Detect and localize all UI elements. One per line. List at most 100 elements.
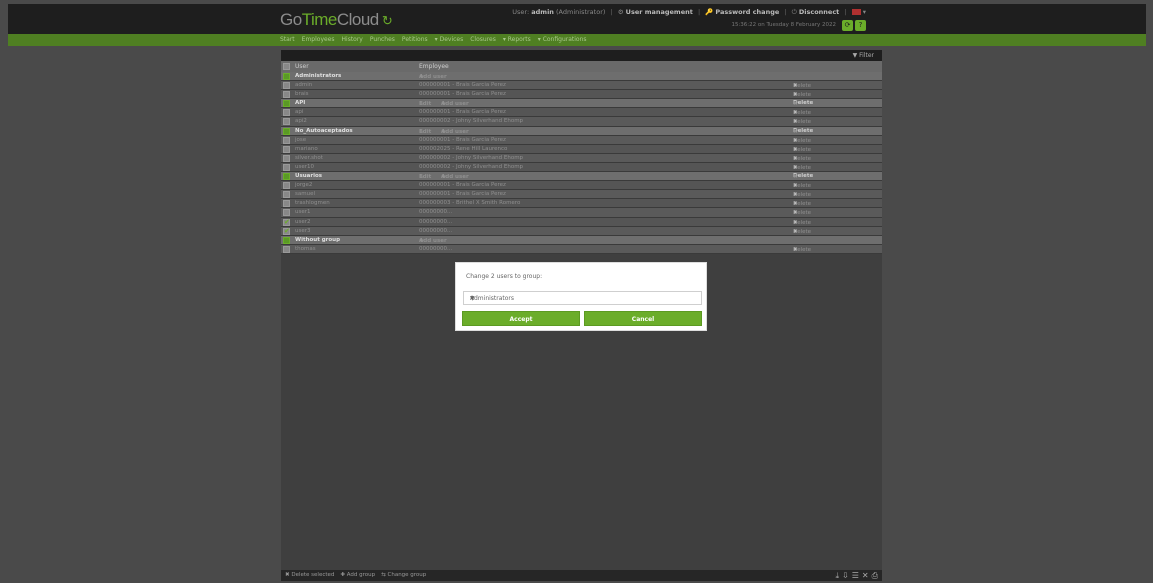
filter-button[interactable]: ▼ Filter bbox=[853, 52, 874, 59]
table-row: silver.shot 000000002 - Johny Silverhand … bbox=[281, 153, 882, 163]
row-checkbox[interactable] bbox=[283, 109, 290, 117]
print-icon[interactable]: ⎙ bbox=[872, 571, 878, 581]
add-group-button[interactable]: ✚ Add group bbox=[340, 572, 375, 578]
row-checkbox[interactable] bbox=[283, 136, 290, 144]
delete-selected-button[interactable]: ✖ Delete selected bbox=[285, 572, 334, 578]
top-header: GoTimeCloud ↻ User: admin (Administrator… bbox=[8, 4, 1146, 34]
user-name[interactable]: jose bbox=[295, 137, 306, 143]
user-name[interactable]: user3 bbox=[295, 228, 311, 234]
row-checkbox[interactable] bbox=[283, 227, 290, 235]
table-row: jorge2 000000001 - Brais Garcia Perez ✖ De… bbox=[281, 181, 882, 191]
power-icon: ⏻ bbox=[791, 8, 797, 16]
employee-name: 000000001 - Brais Garcia Perez bbox=[419, 82, 506, 89]
user-name[interactable]: thomas bbox=[295, 246, 316, 252]
row-checkbox[interactable] bbox=[283, 82, 290, 90]
delete-group-button[interactable]: ✖ Delete bbox=[793, 128, 813, 135]
nav-item[interactable]: ▾ Devices bbox=[435, 36, 464, 43]
user-name[interactable]: silver.shot bbox=[295, 155, 323, 161]
row-checkbox[interactable] bbox=[283, 154, 290, 162]
close-icon: ✖ bbox=[793, 101, 798, 108]
list-icon[interactable]: ☰ bbox=[852, 571, 859, 581]
row-checkbox[interactable] bbox=[283, 91, 290, 99]
chevron-down-icon[interactable]: ▾ bbox=[863, 8, 866, 16]
dialog-title: Change 2 users to group: bbox=[466, 273, 543, 280]
row-checkbox[interactable] bbox=[283, 245, 290, 253]
help-button[interactable]: ? bbox=[855, 20, 866, 31]
language-flag-icon[interactable] bbox=[851, 9, 861, 15]
group-collapse-toggle[interactable] bbox=[283, 236, 290, 244]
nav-item[interactable]: Closures bbox=[470, 36, 496, 43]
col-user-header[interactable]: User bbox=[295, 63, 309, 70]
group-icon: ⇆ bbox=[381, 572, 386, 578]
table-row: user10 000000002 - Johny Silverhand Ehomp… bbox=[281, 162, 882, 173]
table-row: admin 000000001 - Brais Garcia Perez ✖ Del… bbox=[281, 81, 882, 91]
gotimecloud-logo: GoTimeCloud ↻ bbox=[280, 10, 393, 29]
group-select[interactable]: Administrators ▼ bbox=[463, 291, 702, 305]
nav-item[interactable]: History bbox=[342, 36, 363, 43]
row-checkbox[interactable] bbox=[283, 209, 290, 217]
row-checkbox[interactable] bbox=[283, 145, 290, 153]
table-row: user1 00000000... ✖ Delete bbox=[281, 208, 882, 218]
user-name[interactable]: user1 bbox=[295, 209, 311, 215]
nav-item[interactable]: ▾ Configurations bbox=[538, 36, 587, 43]
row-checkbox[interactable] bbox=[283, 191, 290, 199]
table-row: jose 000000001 - Brais Garcia Perez ✖ Dele… bbox=[281, 135, 882, 145]
user-name[interactable]: admin bbox=[295, 82, 312, 88]
table-row: brais 000000001 - Brais Garcia Perez ✖ Del… bbox=[281, 90, 882, 100]
group-collapse-toggle[interactable] bbox=[283, 100, 290, 108]
refresh-button[interactable]: ⟳ bbox=[842, 20, 853, 31]
employee-name: 000000002 - Johny Silverhand Ehomp bbox=[419, 154, 524, 161]
group-collapse-toggle[interactable] bbox=[283, 73, 290, 80]
group-collapse-toggle[interactable] bbox=[283, 173, 290, 181]
group-row: No_Autoaceptados ✎ Edit ✚ Add user ✖ Delete bbox=[281, 126, 882, 136]
change-group-button[interactable]: ⇆ Change group bbox=[381, 572, 426, 578]
employee-name: 00000000... bbox=[419, 209, 453, 216]
group-collapse-toggle[interactable] bbox=[283, 127, 290, 135]
user-name[interactable]: user2 bbox=[295, 219, 311, 225]
nav-item[interactable]: Punches bbox=[370, 36, 395, 43]
table-row: user200000000...✖ Delete bbox=[281, 217, 882, 227]
download-icon[interactable]: ⇩ bbox=[842, 571, 849, 581]
col-employee-header[interactable]: Employee bbox=[419, 63, 449, 70]
user-name[interactable]: trashlogmen bbox=[295, 200, 330, 206]
user-name[interactable]: jorge2 bbox=[295, 182, 312, 188]
row-checkbox[interactable] bbox=[283, 200, 290, 208]
user-name[interactable]: samuel bbox=[295, 191, 315, 197]
filter-bar: ▼ Filter bbox=[281, 50, 882, 61]
nav-item[interactable]: Employees bbox=[302, 36, 335, 43]
accept-button[interactable]: Accept bbox=[462, 311, 580, 326]
export-pdf-icon[interactable]: ⤓ bbox=[835, 571, 839, 581]
nav-item[interactable]: ▾ Reports bbox=[503, 36, 531, 43]
current-datetime: 15:36:22 on Tuesday 8 February 2022 bbox=[731, 22, 836, 28]
plus-icon: ✚ bbox=[340, 572, 346, 578]
user-name[interactable]: api bbox=[295, 109, 303, 115]
table-header: User Employee bbox=[281, 61, 882, 72]
user-name[interactable]: api2 bbox=[295, 118, 307, 124]
row-checkbox[interactable] bbox=[283, 182, 290, 190]
user-management-link[interactable]: User management bbox=[626, 8, 693, 16]
delete-group-button[interactable]: ✖ Delete bbox=[793, 173, 813, 181]
user-name[interactable]: mariano bbox=[295, 146, 318, 152]
user-management-icon: ⚙ bbox=[617, 8, 624, 16]
user-name[interactable]: brais bbox=[295, 91, 309, 97]
row-checkbox[interactable] bbox=[283, 163, 290, 171]
user-name[interactable]: user10 bbox=[295, 164, 314, 170]
select-all-checkbox[interactable] bbox=[283, 63, 290, 70]
close-icon: ✖ bbox=[793, 174, 798, 181]
row-checkbox[interactable] bbox=[283, 218, 290, 226]
group-name: Without group bbox=[295, 236, 341, 243]
nav-item[interactable]: Petitions bbox=[402, 36, 428, 43]
key-icon: 🔑 bbox=[705, 8, 714, 16]
group-row: Without group ✚ Add user bbox=[281, 235, 882, 245]
excel-icon[interactable]: ✕ bbox=[862, 571, 869, 581]
employee-name: 000000001 - Brais Garcia Perez bbox=[419, 109, 506, 116]
nav-item[interactable]: Start bbox=[280, 36, 295, 43]
row-checkbox[interactable] bbox=[283, 118, 290, 126]
employee-name: 000000001 - Brais Garcia Perez bbox=[419, 91, 506, 98]
delete-group-button[interactable]: ✖ Delete bbox=[793, 100, 813, 108]
group-name: No_Autoaceptados bbox=[295, 127, 353, 134]
users-table: Administrators ✚ Add user admin 000000001 -… bbox=[281, 72, 882, 254]
password-change-link[interactable]: Password change bbox=[715, 8, 779, 16]
disconnect-link[interactable]: Disconnect bbox=[799, 8, 839, 16]
cancel-button[interactable]: Cancel bbox=[584, 311, 702, 326]
